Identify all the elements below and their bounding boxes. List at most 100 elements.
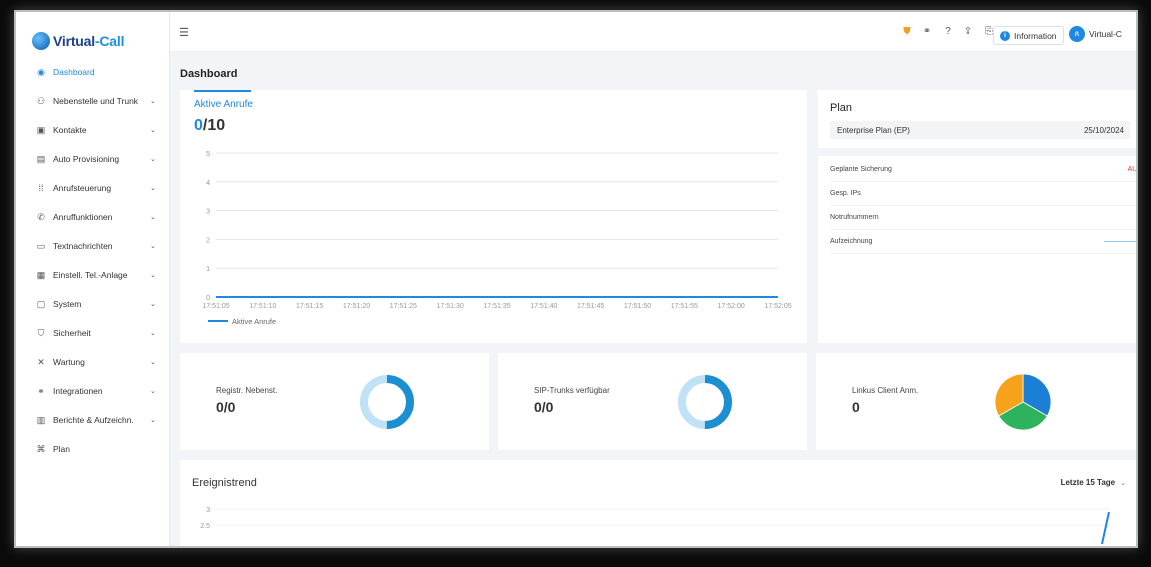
- trend-range-value: Letzte 15 Tage: [1060, 478, 1116, 487]
- sidebar-item-label: Integrationen: [53, 386, 103, 396]
- handshake-icon[interactable]: ⚭: [920, 25, 934, 39]
- sidebar-item-nebenstelle-und-trunk[interactable]: ⚇ Nebenstelle und Trunk ⌄: [16, 89, 170, 113]
- tab-active-calls[interactable]: Aktive Anrufe: [194, 99, 253, 110]
- chevron-down-icon: ⌄: [150, 98, 156, 105]
- sidebar-item-einstell-tel-anlage[interactable]: ▦ Einstell. Tel.-Anlage ⌄: [16, 263, 170, 287]
- chevron-down-icon: ⌄: [150, 388, 156, 395]
- app-window: Virtual-Call ◉ Dashboard ⚇ Nebenstelle und …: [14, 10, 1138, 548]
- plan-card: Plan Enterprise Plan (EP) 25/10/2024 Gep…: [818, 90, 1136, 343]
- plan-summary: Enterprise Plan (EP) 25/10/2024: [830, 121, 1130, 139]
- plan-name: Enterprise Plan (EP): [837, 125, 910, 135]
- stat-value: 0: [852, 399, 860, 415]
- messages-icon: ▭: [36, 240, 46, 251]
- x-tick-label: 17:51:30: [437, 303, 464, 310]
- plan-row-label: Notrufnummern: [830, 214, 879, 221]
- x-tick-label: 17:51:45: [577, 303, 604, 310]
- plan-title: Plan: [830, 102, 853, 114]
- sidebar: Virtual-Call ◉ Dashboard ⚇ Nebenstelle und …: [16, 12, 170, 546]
- stat-value: 0/0: [534, 399, 554, 415]
- call-features-icon: ✆: [37, 211, 45, 222]
- sidebar-item-system[interactable]: ▢ System ⌄: [16, 292, 170, 316]
- top-bar: ☰ ⛊ ⚭? ⇪ ⎘ i Information ጸ Virtual-C: [170, 12, 1136, 52]
- information-label: Information: [1014, 30, 1057, 41]
- plan-row-label: Geplante Sicherung: [830, 166, 892, 173]
- sidebar-item-label: Kontakte: [53, 125, 87, 135]
- maintenance-icon: ✕: [37, 356, 45, 367]
- chevron-down-icon: ⌄: [150, 185, 156, 192]
- shield-badge-icon[interactable]: ⛊: [900, 25, 914, 39]
- user-menu[interactable]: ጸ Virtual-C: [1069, 26, 1122, 42]
- dashboard-icon: ◉: [37, 66, 45, 77]
- active-calls-count: 0/10: [194, 117, 226, 134]
- plan-row-label: Aufzeichnung: [830, 238, 873, 245]
- x-tick-label: 17:52:05: [764, 303, 791, 310]
- event-trend-card: Ereignistrend Letzte 15 Tage ⌄ 3 2.5: [180, 460, 1136, 546]
- security-icon: ⛉: [37, 327, 45, 338]
- x-tick-label: 17:51:10: [249, 303, 276, 310]
- recording-bar: [1104, 241, 1136, 242]
- info-icon: i: [1000, 30, 1010, 41]
- sidebar-item-textnachrichten[interactable]: ▭ Textnachrichten ⌄: [16, 234, 170, 258]
- menu-toggle-icon[interactable]: ☰: [179, 26, 189, 39]
- sidebar-item-label: Anruffunktionen: [53, 212, 113, 222]
- extensions-icon: ⚇: [36, 95, 46, 106]
- stat-label: Registr. Nebenst.: [216, 386, 278, 395]
- sidebar-item-kontakte[interactable]: ▣ Kontakte ⌄: [16, 118, 170, 142]
- help-icon[interactable]: ?: [941, 25, 955, 39]
- sidebar-item-auto-provisioning[interactable]: ▤ Auto Provisioning ⌄: [16, 147, 170, 171]
- y-tick-label: 2.5: [200, 523, 210, 530]
- sidebar-item-berichte-aufzeichn[interactable]: ▥ Berichte & Aufzeichn. ⌄: [16, 408, 170, 432]
- sidebar-item-anrufsteuerung[interactable]: ⁞⁞ Anrufsteuerung ⌄: [16, 176, 170, 200]
- x-tick-label: 17:51:15: [296, 303, 323, 310]
- x-tick-label: 17:51:50: [624, 303, 651, 310]
- user-name: Virtual-C: [1089, 29, 1122, 39]
- sidebar-item-anruffunktionen[interactable]: ✆ Anruffunktionen ⌄: [16, 205, 170, 229]
- avatar-icon: ጸ: [1069, 26, 1085, 42]
- chevron-down-icon: ⌄: [1120, 479, 1126, 487]
- sidebar-item-plan[interactable]: ⌘ Plan: [16, 437, 170, 461]
- sidebar-item-sicherheit[interactable]: ⛉ Sicherheit ⌄: [16, 321, 170, 345]
- sidebar-item-label: Plan: [53, 444, 71, 454]
- trend-line: [1101, 511, 1110, 545]
- logo[interactable]: Virtual-Call: [32, 28, 124, 54]
- plan-row: Geplante Sicherung AUS: [830, 158, 1136, 182]
- plan-expiry: 25/10/2024: [1083, 125, 1124, 135]
- sidebar-item-label: Nebenstelle und Trunk: [53, 96, 139, 106]
- chevron-down-icon: ⌄: [150, 359, 156, 366]
- reports-icon: ▥: [36, 414, 46, 425]
- plan-icon: ⌘: [36, 443, 46, 454]
- sidebar-item-wartung[interactable]: ✕ Wartung ⌄: [16, 350, 170, 374]
- stat-value: 0/0: [216, 399, 236, 415]
- x-tick-label: 17:51:05: [202, 303, 229, 310]
- y-tick-label: 4: [206, 180, 210, 187]
- upload-icon[interactable]: ⇪: [961, 25, 975, 39]
- sidebar-item-integrationen[interactable]: ⚭ Integrationen ⌄: [16, 379, 170, 403]
- y-tick-label: 0: [206, 295, 210, 302]
- x-tick-label: 17:51:25: [390, 303, 417, 310]
- plan-row-label: Gesp. IPs: [830, 190, 861, 197]
- page-title: Dashboard: [180, 68, 238, 80]
- integrations-icon: ⚭: [37, 385, 45, 396]
- sidebar-item-label: Anrufsteuerung: [53, 183, 112, 193]
- plan-row: Aufzeichnung: [830, 230, 1136, 254]
- sidebar-item-label: Einstell. Tel.-Anlage: [53, 270, 128, 280]
- call-control-icon: ⁞⁞: [38, 183, 44, 193]
- x-tick-label: 17:51:40: [530, 303, 557, 310]
- linkus-pie: [994, 373, 1052, 431]
- plan-row: Notrufnummern0: [830, 206, 1136, 230]
- divider: [818, 148, 1136, 156]
- active-calls-chart: 0 1 2 3 4 5 17:51:05 17:51:10 17:51:15 17:51:20 17…: [202, 151, 791, 326]
- stat-card-extensions: Registr. Nebenst. 0/0: [180, 353, 489, 450]
- stat-label: SIP-Trunks verfügbar: [534, 386, 610, 395]
- logo-text: Virtual-Call: [53, 33, 125, 49]
- sidebar-item-dashboard[interactable]: ◉ Dashboard: [16, 60, 170, 84]
- x-tick-label: 17:51:35: [483, 303, 510, 310]
- chevron-down-icon: ⌄: [150, 127, 156, 134]
- x-tick-label: 17:52:00: [718, 303, 745, 310]
- information-button[interactable]: i Information: [993, 26, 1064, 45]
- chevron-down-icon: ⌄: [150, 214, 156, 221]
- sidebar-item-label: Auto Provisioning: [53, 154, 120, 164]
- tab-indicator: [194, 90, 251, 92]
- x-tick-label: 17:51:55: [671, 303, 698, 310]
- trend-range-select[interactable]: Letzte 15 Tage ⌄: [1061, 478, 1126, 487]
